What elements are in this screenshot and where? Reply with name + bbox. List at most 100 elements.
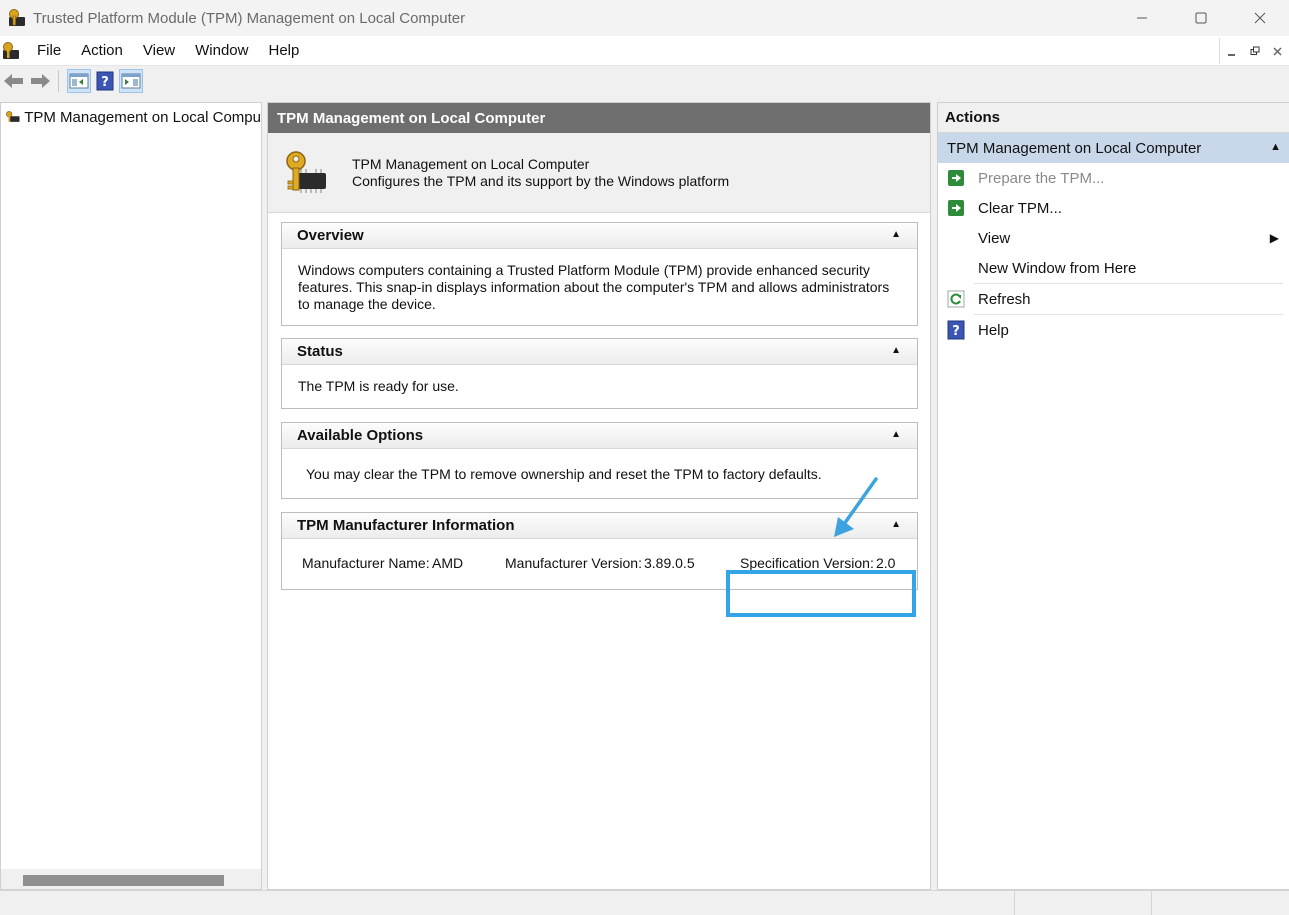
action-label: New Window from Here [978,259,1137,277]
results-pane-body: TPM Management on Local Computer Configu… [268,133,930,889]
show-hide-console-tree-button[interactable] [67,69,91,93]
action-label: Prepare the TPM... [978,169,1105,187]
close-icon [1273,46,1282,56]
tree-horizontal-scrollbar[interactable] [1,869,261,889]
manufacturer-name-value: AMD [432,555,464,571]
specification-version-value: 2.0 [876,555,896,571]
toolbar: ? [0,66,1289,96]
mmc-console-icon[interactable] [1,41,21,61]
status-section-header[interactable]: Status ▲ [282,339,917,365]
svg-text:?: ? [101,75,109,90]
action-help[interactable]: ? Help [938,315,1289,345]
overview-text: Windows computers containing a Trusted P… [298,262,890,312]
forward-arrow-icon [31,74,50,88]
overview-section-header[interactable]: Overview ▲ [282,223,917,249]
forward-button[interactable] [28,69,52,93]
status-segment [1014,891,1151,915]
toolbar-separator [58,70,59,92]
title-bar: Trusted Platform Module (TPM) Management… [0,0,1289,36]
actions-group-header[interactable]: TPM Management on Local Computer ▲ [938,133,1289,163]
action-prepare-tpm[interactable]: Prepare the TPM... [938,163,1289,193]
collapse-arrow-icon[interactable]: ▲ [891,519,901,530]
results-pane: TPM Management on Local Computer TPM Man… [267,102,931,890]
status-section: Status ▲ The TPM is ready for use. [281,338,918,409]
overview-section: Overview ▲ Windows computers containing … [281,222,918,326]
action-pane-icon [121,73,141,89]
help-icon: ? [96,71,114,91]
collapse-arrow-icon[interactable]: ▲ [891,229,901,240]
manufacturer-version-label: Manufacturer Version: [505,555,642,571]
menu-file[interactable]: File [27,42,71,59]
manufacturer-section-header[interactable]: TPM Manufacturer Information ▲ [282,513,917,539]
intro-description: Configures the TPM and its support by th… [352,172,730,189]
actions-pane: Actions TPM Management on Local Computer… [937,102,1289,890]
submenu-arrow-icon: ▶ [1269,231,1279,245]
tree-item-tpm-management[interactable]: TPM Management on Local Compu [1,103,261,131]
collapse-arrow-icon[interactable]: ▲ [891,345,901,356]
actions-group-label: TPM Management on Local Computer [947,139,1202,157]
available-options-text: You may clear the TPM to remove ownershi… [306,466,822,482]
menu-action[interactable]: Action [71,42,133,59]
action-label: Refresh [978,290,1031,308]
section-title: Overview [297,227,364,244]
results-pane-header: TPM Management on Local Computer [268,103,930,133]
manufacturer-name-label: Manufacturer Name: [302,555,430,571]
minimize-icon [1136,17,1147,19]
minimize-icon [1228,53,1235,56]
menu-window[interactable]: Window [185,42,258,59]
action-label: Help [978,321,1009,339]
specification-version-highlight [726,570,916,617]
restore-icon [1250,46,1259,55]
scrollbar-thumb[interactable] [23,875,224,886]
help-icon: ? [947,320,965,340]
green-arrow-icon [947,199,965,217]
action-refresh[interactable]: Refresh [938,284,1289,314]
action-label: Clear TPM... [978,199,1062,217]
actions-title: Actions [938,103,1289,133]
close-button[interactable] [1230,0,1289,36]
tpm-key-icon [9,9,25,26]
green-arrow-icon [947,169,965,187]
console-tree-pane: TPM Management on Local Compu [0,102,262,890]
close-icon [1254,12,1265,24]
menu-view[interactable]: View [133,42,185,59]
manufacturer-version-value: 3.89.0.5 [644,555,695,571]
mdi-restore-button[interactable] [1243,38,1266,64]
status-bar [0,890,1289,915]
status-text: The TPM is ready for use. [298,378,459,394]
snapin-intro: TPM Management on Local Computer Configu… [268,133,930,213]
section-title: TPM Manufacturer Information [297,517,515,534]
menu-bar: File Action View Window Help [0,36,1289,66]
section-title: Status [297,343,343,360]
section-title: Available Options [297,427,424,444]
console-tree-icon [69,73,89,89]
maximize-button[interactable] [1171,0,1230,36]
action-new-window[interactable]: New Window from Here [938,253,1289,283]
help-toolbar-button[interactable]: ? [93,69,117,93]
minimize-button[interactable] [1112,0,1171,36]
refresh-icon [947,290,965,308]
mdi-close-button[interactable] [1266,38,1289,64]
maximize-icon [1195,12,1206,24]
specification-version-label: Specification Version: [740,555,874,571]
action-label: View [978,229,1011,247]
back-button[interactable] [2,69,26,93]
available-options-section-header[interactable]: Available Options ▲ [282,423,917,449]
intro-title: TPM Management on Local Computer [352,155,590,172]
menu-help[interactable]: Help [258,42,309,59]
back-arrow-icon [4,74,23,88]
collapse-arrow-icon[interactable]: ▲ [1270,141,1281,153]
window-title: Trusted Platform Module (TPM) Management… [33,9,466,27]
collapse-arrow-icon[interactable]: ▲ [891,429,901,440]
svg-text:?: ? [952,324,960,339]
action-clear-tpm[interactable]: Clear TPM... [938,193,1289,223]
show-hide-action-pane-button[interactable] [119,69,143,93]
status-segment [1151,891,1289,915]
action-view[interactable]: View ▶ [938,223,1289,253]
available-options-section: Available Options ▲ You may clear the TP… [281,422,918,499]
tpm-key-icon [6,111,20,122]
annotation-arrow-icon [834,477,878,537]
tpm-key-chip-icon [286,150,326,193]
mdi-minimize-button[interactable] [1220,38,1243,64]
tree-item-label: TPM Management on Local Compu [24,108,261,126]
